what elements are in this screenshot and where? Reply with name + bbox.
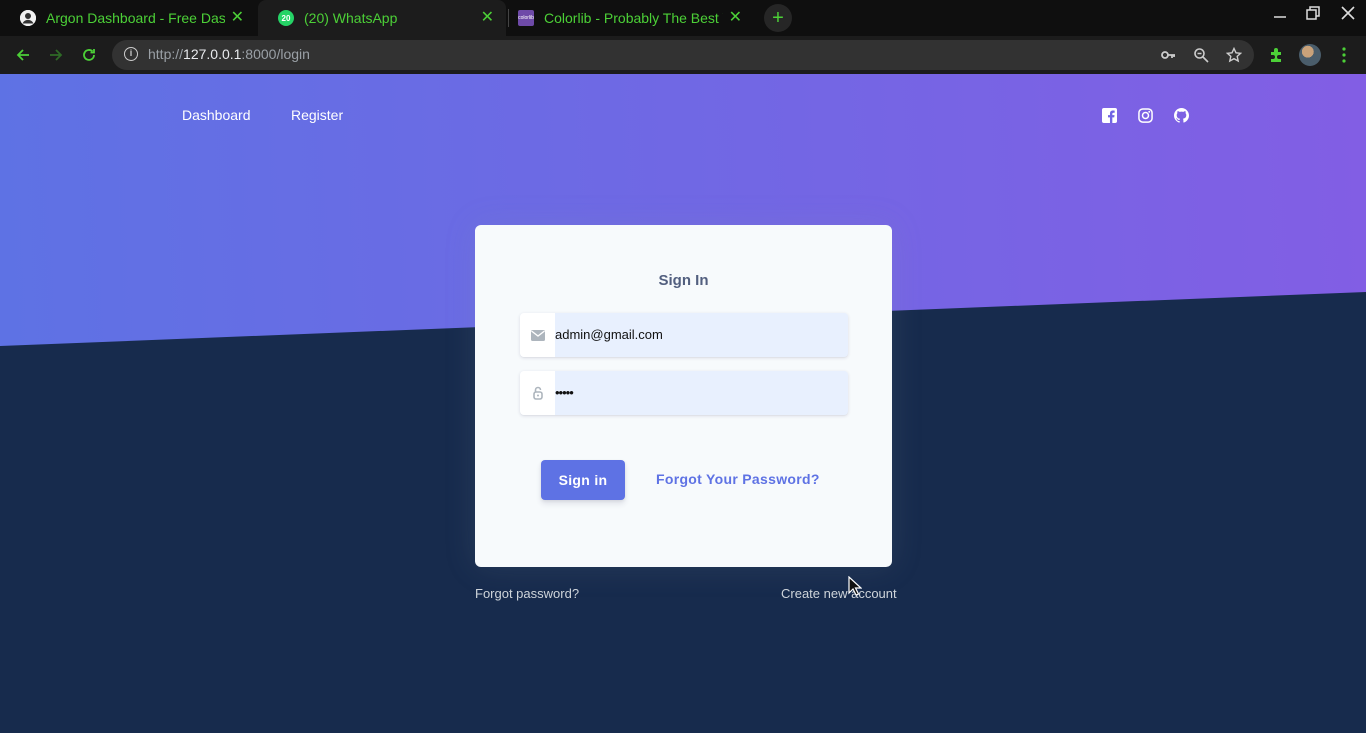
lock-icon [520,371,555,415]
tab-colorlib[interactable]: colorlib Colorlib - Probably The Best Wo… [498,0,754,36]
password-field[interactable]: ••••• [520,371,848,415]
address-bar[interactable]: i http://127.0.0.1:8000/login [112,40,1254,70]
url-path: :8000/login [241,46,310,62]
whatsapp-icon: 20 [278,10,294,26]
bookmark-star-icon[interactable] [1225,46,1243,64]
extensions-icon[interactable] [1266,44,1288,66]
restore-icon[interactable] [1301,6,1325,25]
whatsapp-badge: 20 [281,13,291,23]
reload-icon[interactable] [78,44,100,66]
instagram-icon[interactable] [1138,108,1154,124]
email-field[interactable]: admin@gmail.com [520,313,848,357]
new-tab-button[interactable]: + [764,4,792,32]
password-value: ••••• [555,385,574,400]
url-scheme: http:// [148,46,184,62]
envelope-icon [520,313,555,357]
back-icon[interactable] [12,44,34,66]
colorlib-icon: colorlib [518,10,534,26]
forgot-password-link[interactable]: Forgot password? [475,586,579,601]
colorlib-favicon-text: colorlib [518,15,534,21]
zoom-icon[interactable] [1192,46,1210,64]
forward-icon[interactable] [45,44,67,66]
login-card: Sign In admin@gmail.com ••••• Sign in Fo… [475,225,892,567]
minimize-icon[interactable] [1268,6,1292,25]
key-icon[interactable] [1159,46,1177,64]
browser-toolbar: i http://127.0.0.1:8000/login [0,36,1366,74]
tab-title: Colorlib - Probably The Best WordPress T… [544,10,723,26]
close-window-icon[interactable] [1336,6,1360,25]
forgot-your-password-link[interactable]: Forgot Your Password? [656,471,820,487]
close-tab-icon[interactable]: ✕ [481,10,494,26]
facebook-icon[interactable] [1102,108,1118,124]
close-tab-icon[interactable]: ✕ [231,10,244,26]
tab-whatsapp[interactable]: 20 (20) WhatsApp ✕ [258,0,506,36]
nav-link-register[interactable]: Register [291,107,343,123]
browser-tab-bar: Argon Dashboard - Free Dashboard ✕ 20 (2… [0,0,1366,36]
mouse-cursor-icon [848,575,863,601]
create-account-link[interactable]: Create new account [781,586,897,601]
user-avatar-icon [20,10,36,26]
sign-in-button[interactable]: Sign in [541,460,625,500]
site-info-icon[interactable]: i [124,47,138,61]
tab-argon-dashboard[interactable]: Argon Dashboard - Free Dashboard ✕ [0,0,256,36]
close-tab-icon[interactable]: ✕ [729,10,742,26]
github-icon[interactable] [1174,108,1190,124]
tab-title: Argon Dashboard - Free Dashboard [46,10,225,26]
tab-title: (20) WhatsApp [304,10,398,26]
sign-in-title: Sign In [658,272,709,289]
profile-avatar[interactable] [1299,44,1321,66]
email-value: admin@gmail.com [555,327,663,342]
nav-link-dashboard[interactable]: Dashboard [182,107,251,123]
menu-kebab-icon[interactable] [1333,44,1355,66]
url-host: 127.0.0.1 [183,46,242,62]
page: Dashboard Register Sign In admin@gmail.c… [0,74,1366,733]
url-text: http://127.0.0.1:8000/login [148,46,310,62]
